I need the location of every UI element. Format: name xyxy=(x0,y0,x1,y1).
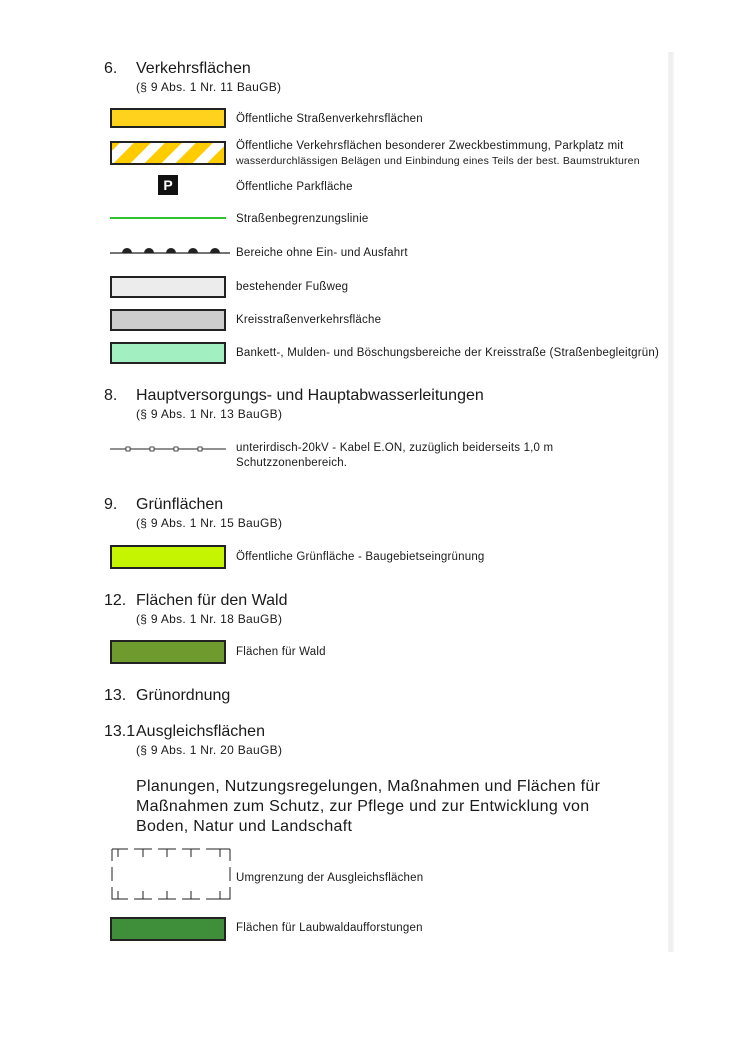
section-13-heading: 13. Grünordnung xyxy=(104,687,230,705)
section-9-legal-ref: (§ 9 Abs. 1 Nr. 15 BauGB) xyxy=(136,516,283,530)
legend-label: Bereiche ohne Ein- und Ausfahrt xyxy=(236,247,408,259)
section-number: 13.1 xyxy=(104,723,136,740)
section-title: Ausgleichsflächen xyxy=(136,723,265,740)
legend-label: Bankett-, Mulden- und Böschungsbereiche … xyxy=(236,347,660,359)
underground-cable-line-icon xyxy=(110,446,226,452)
section-8-heading: 8. Hauptversorgungs- und Hauptabwasserlei… xyxy=(104,387,484,405)
section-6-legal-ref: (§ 9 Abs. 1 Nr. 11 BauGB) xyxy=(136,80,282,94)
section-6-heading: 6. Verkehrsflächen xyxy=(104,60,251,78)
legend-label-continued: Schutzzonenbereich. xyxy=(236,457,348,469)
section-13-1-legal-ref: (§ 9 Abs. 1 Nr. 20 BauGB) xyxy=(136,743,283,757)
mint-swatch xyxy=(110,342,226,364)
section-title: Flächen für den Wald xyxy=(136,592,288,609)
light-gray-swatch xyxy=(110,276,226,298)
section-number: 12. xyxy=(104,592,127,609)
parking-icon: P xyxy=(158,175,178,195)
no-access-line-icon xyxy=(110,248,230,254)
section-number: 8. xyxy=(104,387,118,404)
section-title: Grünflächen xyxy=(136,496,224,513)
section-title: Grünordnung xyxy=(136,687,231,704)
boundary-outline-icon xyxy=(111,848,231,900)
green-line-icon xyxy=(110,217,226,219)
section-13-1-heading: 13.1Ausgleichsflächen xyxy=(104,723,265,741)
section-9-heading: 9. Grünflächen xyxy=(104,496,223,514)
section-8-legal-ref: (§ 9 Abs. 1 Nr. 13 BauGB) xyxy=(136,407,283,421)
legend-label: Flächen für Laubwaldaufforstungen xyxy=(236,922,423,934)
scan-page-edge xyxy=(668,52,674,952)
section-title: Hauptversorgungs- und Hauptabwasserleitu… xyxy=(136,387,484,404)
section-number: 9. xyxy=(104,496,118,513)
section-12-legal-ref: (§ 9 Abs. 1 Nr. 18 BauGB) xyxy=(136,612,283,626)
section-number: 13. xyxy=(104,687,127,704)
legend-label: Öffentliche Straßenverkehrsflächen xyxy=(236,113,423,125)
legend-label-continued: wasserdurchlässigen Belägen und Einbindu… xyxy=(236,155,640,167)
legend-label: Öffentliche Parkfläche xyxy=(236,181,353,193)
section-13-1-paragraph-line: Planungen, Nutzungsregelungen, Maßnahmen… xyxy=(136,778,601,795)
olive-swatch xyxy=(110,640,226,664)
yellow-striped-swatch xyxy=(110,141,226,165)
legend-label: Öffentliche Grünfläche - Baugebietseingr… xyxy=(236,551,485,563)
legend-label: unterirdisch-20kV - Kabel E.ON, zuzüglic… xyxy=(236,442,554,454)
legend-label: Öffentliche Verkehrsflächen besonderer Z… xyxy=(236,140,624,152)
legend-label: Kreisstraßenverkehrsfläche xyxy=(236,314,382,326)
gray-swatch xyxy=(110,309,226,331)
legend-label: Umgrenzung der Ausgleichsflächen xyxy=(236,872,424,884)
section-number: 6. xyxy=(104,60,118,77)
legend-label: Straßenbegrenzungslinie xyxy=(236,213,369,225)
yellow-fill-swatch xyxy=(110,108,226,128)
legend-label: Flächen für Wald xyxy=(236,646,326,658)
section-13-1-paragraph-line: Maßnahmen zum Schutz, zur Pflege und zur… xyxy=(136,798,590,815)
section-title: Verkehrsflächen xyxy=(136,60,251,77)
lime-swatch xyxy=(110,545,226,569)
legend-label: bestehender Fußweg xyxy=(236,281,349,293)
dark-green-swatch xyxy=(110,917,226,941)
section-12-heading: 12. Flächen für den Wald xyxy=(104,592,287,610)
section-13-1-paragraph-line: Boden, Natur und Landschaft xyxy=(136,818,353,835)
